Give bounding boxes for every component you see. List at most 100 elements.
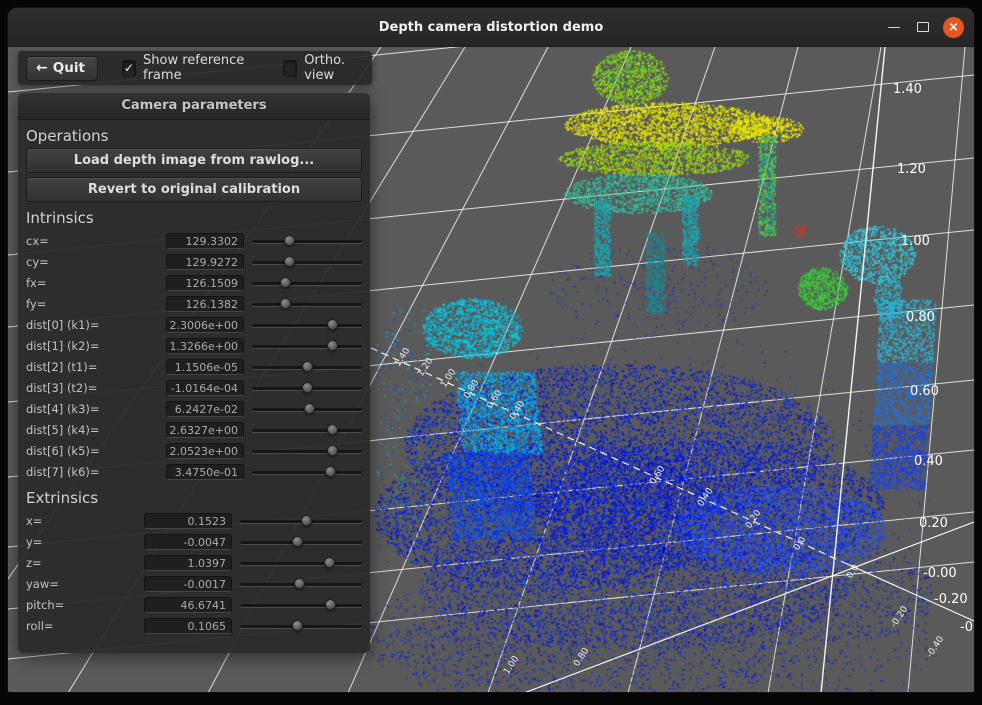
maximize-button[interactable] — [917, 22, 929, 32]
param-slider[interactable] — [252, 461, 362, 482]
z-axis-line — [821, 47, 885, 692]
param-slider[interactable] — [240, 615, 362, 636]
load-depth-image-button[interactable]: Load depth image from rawlog... — [26, 148, 362, 173]
checkbox[interactable] — [283, 60, 297, 77]
param-row: y=-0.0047 — [18, 531, 370, 552]
param-slider[interactable] — [252, 377, 362, 398]
axis-tick-label: 1.00 — [502, 654, 521, 676]
param-slider[interactable] — [240, 573, 362, 594]
param-value-field[interactable]: 129.3302 — [166, 233, 244, 249]
param-slider[interactable] — [252, 272, 362, 293]
param-value-field[interactable]: 129.9272 — [166, 254, 244, 270]
param-value-field[interactable]: 2.0523e+00 — [166, 443, 244, 459]
param-row: pitch=46.6741 — [18, 594, 370, 615]
slider-track — [252, 240, 362, 243]
param-slider[interactable] — [252, 440, 362, 461]
panel-title[interactable]: Camera parameters — [18, 93, 370, 120]
slider-track — [252, 261, 362, 264]
app-window: Depth camera distortion demo — × — [8, 8, 974, 692]
param-value-field[interactable]: 126.1509 — [166, 275, 244, 291]
param-slider[interactable] — [240, 510, 362, 531]
minimize-button[interactable]: — — [885, 18, 903, 36]
param-label: dist[1] (k2)= — [26, 339, 166, 353]
revert-calibration-button[interactable]: Revert to original calibration — [26, 177, 362, 202]
param-slider[interactable] — [252, 251, 362, 272]
slider-knob[interactable] — [327, 445, 338, 456]
param-value-field[interactable]: -0.0047 — [144, 534, 232, 550]
param-row: fx=126.1509 — [18, 272, 370, 293]
param-slider[interactable] — [252, 335, 362, 356]
param-value-field[interactable]: 2.3006e+00 — [166, 317, 244, 333]
param-value-field[interactable]: -1.0164e-04 — [166, 380, 244, 396]
param-label: z= — [26, 556, 144, 570]
param-slider[interactable] — [240, 552, 362, 573]
slider-knob[interactable] — [327, 424, 338, 435]
param-value-field[interactable]: 0.1523 — [144, 513, 232, 529]
slider-knob[interactable] — [301, 515, 312, 526]
param-value-field[interactable]: 3.4750e-01 — [166, 464, 244, 480]
param-value-field[interactable]: 6.2427e-02 — [166, 401, 244, 417]
close-button[interactable]: × — [943, 17, 964, 38]
slider-knob[interactable] — [302, 361, 313, 372]
titlebar[interactable]: Depth camera distortion demo — × — [8, 8, 974, 47]
axis-tick-label: 0.80 — [572, 646, 591, 668]
param-label: dist[7] (k6)= — [26, 465, 166, 479]
slider-knob[interactable] — [325, 599, 336, 610]
param-row: roll=0.1065 — [18, 615, 370, 636]
param-value-field[interactable]: 2.6327e+00 — [166, 422, 244, 438]
slider-track — [252, 282, 362, 285]
param-value-field[interactable]: 1.3266e+00 — [166, 338, 244, 354]
slider-knob[interactable] — [280, 298, 291, 309]
intrinsics-rows: cx=129.3302cy=129.9272fx=126.1509fy=126.… — [18, 230, 370, 482]
slider-knob[interactable] — [292, 620, 303, 631]
param-slider[interactable] — [240, 531, 362, 552]
slider-knob[interactable] — [327, 340, 338, 351]
param-slider[interactable] — [252, 356, 362, 377]
axis-tick-label: 0.40 — [914, 454, 943, 469]
param-value-field[interactable]: -0.0017 — [144, 576, 232, 592]
slider-knob[interactable] — [280, 277, 291, 288]
axis-tick-label: 1.20 — [416, 356, 435, 378]
param-label: dist[5] (k4)= — [26, 423, 166, 437]
param-row: x=0.1523 — [18, 510, 370, 531]
slider-knob[interactable] — [304, 403, 315, 414]
param-slider[interactable] — [240, 594, 362, 615]
slider-track — [252, 471, 362, 474]
intrinsics-section-label: Intrinsics — [26, 209, 370, 227]
slider-knob[interactable] — [284, 235, 295, 246]
slider-knob[interactable] — [294, 578, 305, 589]
slider-knob[interactable] — [327, 319, 338, 330]
param-slider[interactable] — [252, 398, 362, 419]
quit-button[interactable]: ← Quit — [26, 56, 98, 81]
param-row: dist[5] (k4)=2.6327e+00 — [18, 419, 370, 440]
axis-tick-label: 0.80 — [906, 310, 935, 325]
param-value-field[interactable]: 126.1382 — [166, 296, 244, 312]
checkbox[interactable]: ✓ — [122, 60, 136, 77]
slider-knob[interactable] — [302, 382, 313, 393]
slider-track — [240, 604, 362, 607]
axis-tick-label: 0.20 — [919, 516, 948, 531]
axis-tick-label: 0.0 — [792, 535, 808, 553]
param-row: dist[3] (t2)=-1.0164e-04 — [18, 377, 370, 398]
param-row: fy=126.1382 — [18, 293, 370, 314]
param-value-field[interactable]: 1.0397 — [144, 555, 232, 571]
param-label: dist[4] (k3)= — [26, 402, 166, 416]
param-slider[interactable] — [252, 230, 362, 251]
slider-knob[interactable] — [324, 557, 335, 568]
param-slider[interactable] — [252, 314, 362, 335]
param-value-field[interactable]: 1.1506e-05 — [166, 359, 244, 375]
param-slider[interactable] — [252, 419, 362, 440]
param-value-field[interactable]: 0.1065 — [144, 618, 232, 634]
param-value-field[interactable]: 46.6741 — [144, 597, 232, 613]
checkbox-group: Ortho. view — [283, 53, 364, 83]
param-row: z=1.0397 — [18, 552, 370, 573]
slider-knob[interactable] — [292, 536, 303, 547]
slider-knob[interactable] — [284, 256, 295, 267]
param-row: dist[6] (k5)=2.0523e+00 — [18, 440, 370, 461]
slider-knob[interactable] — [325, 466, 336, 477]
checkbox-label: Show reference frame — [143, 53, 259, 83]
camera-parameters-window: Camera parameters Operations Load depth … — [18, 93, 370, 653]
checkbox-group: ✓ Show reference frame — [122, 53, 259, 83]
param-slider[interactable] — [252, 293, 362, 314]
param-row: yaw=-0.0017 — [18, 573, 370, 594]
